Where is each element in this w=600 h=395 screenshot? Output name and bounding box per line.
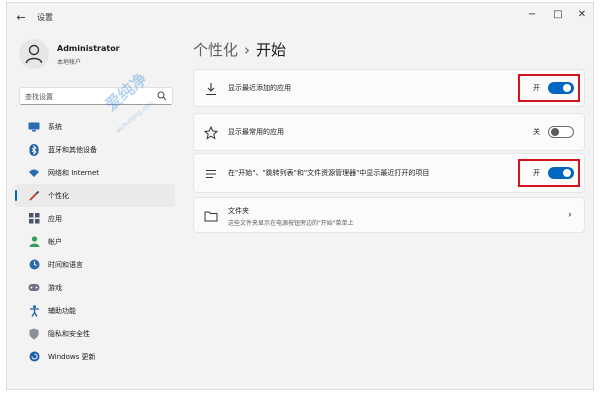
avatar: [19, 39, 49, 69]
sidebar-item-accessibility[interactable]: 辅助功能: [15, 299, 175, 322]
sidebar-item-label: 隐私和安全性: [48, 329, 90, 338]
toggle-state-text: 关: [533, 128, 540, 136]
wifi-icon: [27, 166, 41, 180]
toggle-knob: [551, 128, 559, 136]
star-icon: [203, 125, 219, 140]
selected-indicator: [15, 190, 17, 201]
close-button[interactable]: ✕: [575, 9, 589, 20]
sidebar-item-label: 系统: [48, 122, 62, 131]
window-title: 设置: [37, 13, 53, 22]
setting-label: 显示最近添加的应用: [228, 84, 291, 92]
search-placeholder: 查找设置: [25, 93, 53, 101]
setting-most-used-apps: 显示最常用的应用 关: [193, 113, 585, 151]
page-title: 个性化 › 开始: [193, 39, 286, 60]
sidebar-item-accounts[interactable]: 帐户: [15, 230, 175, 253]
sidebar-item-label: 游戏: [48, 283, 62, 292]
setting-label: 在"开始"、"跳转列表"和"文件资源管理器"中显示最近打开的项目: [228, 169, 430, 177]
setting-recent-items: 在"开始"、"跳转列表"和"文件资源管理器"中显示最近打开的项目 开: [193, 153, 585, 193]
breadcrumb-separator: ›: [244, 41, 251, 59]
sidebar-item-label: 辅助功能: [48, 306, 76, 315]
sidebar-item-apps[interactable]: 应用: [15, 207, 175, 230]
shield-icon: [27, 327, 41, 341]
sidebar-item-label: 时间和语言: [48, 260, 83, 269]
maximize-button[interactable]: □: [551, 9, 565, 20]
apps-icon: [27, 212, 41, 226]
watermark: 爱纯净 aichunjing.com: [63, 69, 193, 195]
profile-account-type: 本地帐户: [57, 59, 82, 66]
gamepad-icon: [27, 281, 41, 295]
person-icon: [27, 235, 41, 249]
minimize-button[interactable]: −: [525, 9, 539, 20]
folders-title: 文件夹: [228, 207, 249, 215]
monitor-icon: [27, 120, 41, 134]
sidebar-item-label: 应用: [48, 214, 62, 223]
chevron-right-icon: ›: [568, 209, 572, 221]
toggle-switch[interactable]: [548, 126, 574, 138]
profile-name: Administrator: [57, 44, 120, 53]
back-button[interactable]: ←: [15, 11, 27, 24]
globe-clock-icon: [27, 258, 41, 272]
setting-folders[interactable]: 文件夹 这些文件夹显示在电源按钮旁边的"开始"菜单上 ›: [193, 197, 585, 233]
folders-description: 这些文件夹显示在电源按钮旁边的"开始"菜单上: [228, 220, 354, 227]
person-avatar-icon: [25, 44, 43, 64]
sidebar-item-privacy[interactable]: 隐私和安全性: [15, 322, 175, 345]
setting-recently-added-apps: 显示最近添加的应用 开: [193, 69, 585, 107]
folder-icon: [204, 208, 218, 222]
settings-window: ← 设置 − □ ✕ Administrator 本地帐户 查找设置 系统 蓝牙…: [6, 2, 594, 390]
highlight-box: [518, 159, 580, 187]
bluetooth-icon: [27, 143, 41, 157]
sidebar-item-windows-update[interactable]: Windows 更新: [15, 345, 175, 368]
highlight-box: [518, 74, 580, 102]
update-icon: [27, 350, 41, 364]
title-bar: ← 设置 − □ ✕: [7, 3, 593, 31]
sidebar-item-label: 帐户: [48, 237, 62, 246]
sidebar-item-label: Windows 更新: [48, 352, 96, 361]
user-profile[interactable]: Administrator 本地帐户: [19, 39, 169, 75]
breadcrumb-current: 开始: [256, 41, 287, 59]
sidebar-item-time-language[interactable]: 时间和语言: [15, 253, 175, 276]
brush-icon: [27, 189, 41, 203]
download-icon: [204, 81, 218, 96]
list-icon: [204, 166, 218, 180]
setting-label: 显示最常用的应用: [228, 128, 284, 136]
accessibility-icon: [27, 304, 41, 318]
toggle-most-used[interactable]: 关: [533, 126, 574, 138]
breadcrumb-parent[interactable]: 个性化: [193, 41, 238, 59]
sidebar-item-gaming[interactable]: 游戏: [15, 276, 175, 299]
